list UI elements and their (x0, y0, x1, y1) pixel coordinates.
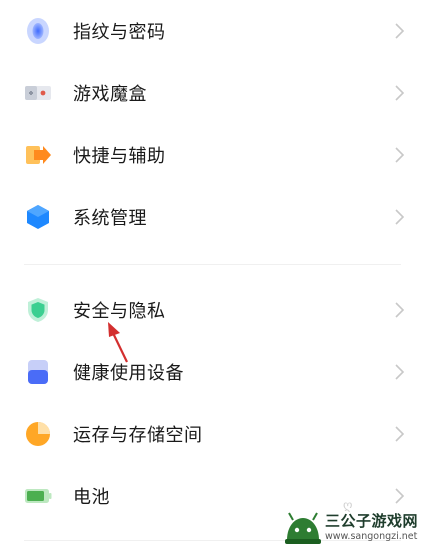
chevron-right-icon (393, 301, 405, 319)
game-box-icon (24, 79, 52, 107)
device-health-icon (24, 358, 52, 386)
settings-item-label: 健康使用设备 (73, 363, 184, 384)
settings-item-memory-storage[interactable]: 运存与存储空间 (0, 403, 425, 465)
chevron-right-icon (393, 208, 405, 226)
shield-icon (24, 296, 52, 324)
watermark: 三公子游戏网 www.sangongzi.net (283, 508, 419, 548)
settings-item-security-privacy[interactable]: 安全与隐私 (0, 279, 425, 341)
chevron-right-icon (393, 425, 405, 443)
settings-item-healthy-device-use[interactable]: 健康使用设备 (0, 341, 425, 403)
section-divider (24, 264, 401, 265)
fingerprint-icon (24, 17, 52, 45)
settings-item-label: 安全与隐私 (73, 301, 166, 322)
chevron-right-icon (393, 487, 405, 505)
settings-item-label: 电池 (73, 487, 110, 508)
chevron-right-icon (393, 22, 405, 40)
settings-item-fingerprint-password[interactable]: 指纹与密码 (0, 0, 425, 62)
watermark-logo-icon (285, 512, 321, 544)
storage-pie-icon (24, 420, 52, 448)
settings-item-system-management[interactable]: 系统管理 (0, 186, 425, 248)
watermark-title: 三公子游戏网 (325, 512, 419, 530)
settings-item-label: 运存与存储空间 (73, 425, 203, 446)
settings-item-label: 指纹与密码 (73, 22, 166, 43)
settings-item-game-box[interactable]: 游戏魔盒 (0, 62, 425, 124)
settings-page: 指纹与密码 游戏魔盒 快捷与辅助 系统管理 安全与隐私 健康使用设备 运存与存储… (0, 0, 425, 554)
shortcut-arrow-icon (24, 141, 52, 169)
chevron-right-icon (393, 146, 405, 164)
chevron-right-icon (393, 84, 405, 102)
battery-icon (24, 482, 52, 510)
settings-item-label: 游戏魔盒 (73, 84, 147, 105)
settings-item-label: 系统管理 (73, 208, 147, 229)
settings-item-label: 快捷与辅助 (73, 146, 166, 167)
watermark-url: www.sangongzi.net (325, 531, 418, 542)
system-hexagon-icon (24, 203, 52, 231)
settings-item-shortcuts[interactable]: 快捷与辅助 (0, 124, 425, 186)
chevron-right-icon (393, 363, 405, 381)
